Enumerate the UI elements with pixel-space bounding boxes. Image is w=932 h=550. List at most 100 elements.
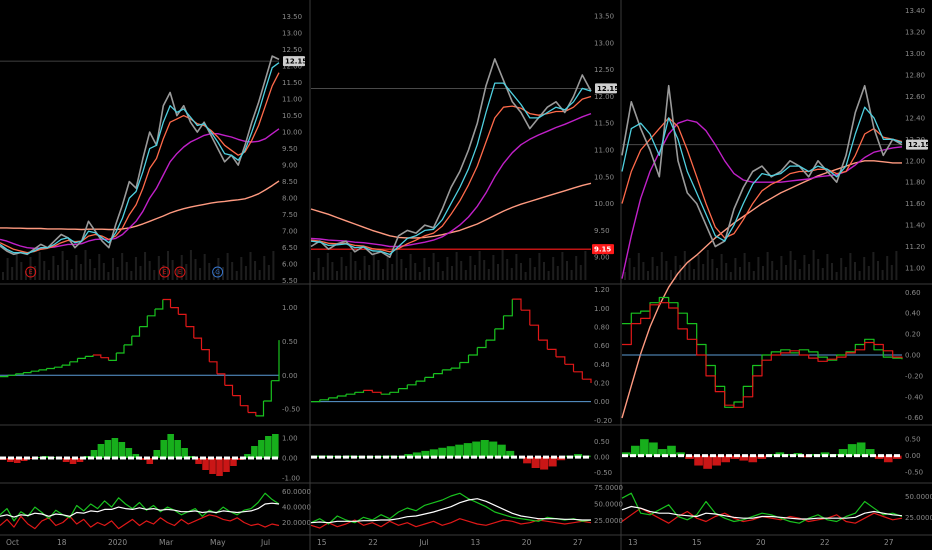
last-price-label: 12.15 (908, 141, 930, 149)
volume-bar (20, 262, 23, 280)
indicator2-zero-dash (40, 456, 46, 460)
y-tick-label: 11.80 (905, 179, 925, 187)
volume-bar (189, 250, 192, 280)
indicator2-zero-dash (790, 454, 796, 458)
volume-bar (863, 257, 866, 280)
volume-bar (98, 254, 101, 280)
indicator2-bar (97, 444, 105, 458)
y-tick-label: 0.20 (905, 331, 921, 339)
volume-bar (441, 271, 444, 280)
volume-bar (524, 272, 527, 280)
indicator2-zero-dash (638, 454, 644, 458)
volume-bar (446, 257, 449, 280)
volume-bar (345, 266, 348, 280)
indicator2-bar (174, 440, 181, 458)
y-tick-label: 9.50 (282, 145, 298, 153)
y-tick-label: 1.00 (594, 305, 610, 313)
y-tick-label: 12.00 (905, 157, 925, 165)
y-tick-label: 7.00 (282, 228, 298, 236)
indicator2-zero-dash (543, 455, 549, 459)
volume-bar (66, 260, 69, 280)
volume-bar (771, 261, 774, 280)
indicator2-bar (265, 436, 272, 458)
volume-bar (395, 250, 398, 280)
indicator2-zero-dash (32, 456, 38, 460)
chart-canvas: 13.50 13.00 12.50 12.00 11.50 11.00 10.50 10.00… (0, 0, 932, 550)
volume-bar (487, 269, 490, 280)
x-tick-label: 20 (756, 538, 766, 547)
volume-bar (501, 250, 504, 280)
indicator2-zero-dash (224, 456, 230, 460)
indicator2-zero-dash (264, 456, 270, 460)
indicator2-zero-dash (766, 454, 772, 458)
y-tick-label: 13.00 (282, 30, 302, 38)
volume-bar (89, 259, 92, 280)
y-tick-label: 8.50 (282, 178, 298, 186)
indicator2-zero-dash (806, 454, 812, 458)
volume-bar (665, 261, 668, 280)
indicator2-zero-dash (694, 454, 700, 458)
indicator2-bar (856, 442, 866, 456)
volume-bar (798, 269, 801, 280)
y-tick-label: -0.50 (905, 469, 923, 477)
indicator2-bar (111, 438, 119, 458)
x-tick-label: 18 (57, 538, 67, 547)
volume-bar (716, 268, 718, 280)
y-tick-label: 50.0000 (594, 501, 623, 509)
volume-bar (529, 258, 532, 280)
volume-bar (803, 255, 806, 280)
y-tick-label: 12.50 (282, 46, 302, 54)
volume-bar (405, 268, 407, 280)
volume-bar (199, 268, 202, 280)
indicator2-zero-dash (64, 456, 70, 460)
volume-bar (6, 258, 9, 280)
indicator2-zero-dash (527, 455, 533, 459)
indicator2-zero-dash (24, 456, 30, 460)
indicator2-zero-dash (654, 454, 660, 458)
volume-bar (826, 254, 829, 280)
indicator2-zero-dash (391, 455, 397, 459)
volume-bar (185, 264, 188, 280)
indicator2-bar (160, 440, 167, 458)
indicator2-zero-dash (319, 455, 325, 459)
volume-bar (688, 260, 691, 280)
volume-bar (854, 262, 856, 280)
volume-bar (808, 264, 810, 280)
indicator2-zero-dash (686, 454, 692, 458)
indicator2-zero-dash (256, 456, 262, 460)
indicator2-zero-dash (622, 454, 628, 458)
volume-bar (633, 267, 636, 280)
volume-bar (757, 257, 760, 280)
y-tick-label: 60.0000 (282, 488, 311, 496)
volume-bar (349, 252, 352, 280)
y-tick-label: 7.50 (282, 211, 298, 219)
event-marker-label: G (215, 269, 220, 276)
indicator2-zero-dash (894, 454, 900, 458)
x-tick-label: Oct (6, 538, 19, 547)
y-tick-label: 9.00 (594, 254, 610, 262)
indicator2-bar (703, 455, 712, 469)
volume-bar (428, 267, 430, 280)
volume-bar (272, 251, 275, 280)
indicator2-zero-dash (327, 455, 333, 459)
indicator2-bar (847, 444, 857, 456)
volume-bar (112, 258, 114, 280)
indicator2-zero-dash (471, 455, 477, 459)
y-tick-label: 0.00 (905, 352, 921, 360)
y-tick-label: 50.0000 (905, 493, 932, 501)
y-tick-label: 0.80 (594, 324, 610, 332)
y-tick-label: 13.40 (905, 7, 925, 15)
indicator2-zero-dash (854, 454, 860, 458)
y-tick-label: 0.50 (594, 438, 610, 446)
x-tick-label: 22 (368, 538, 378, 547)
volume-bar (400, 259, 403, 280)
indicator2-zero-dash (519, 455, 525, 459)
indicator2-zero-dash (535, 455, 541, 459)
volume-bar (762, 266, 764, 280)
volume-bar (706, 250, 709, 280)
y-tick-label: 0.20 (594, 379, 610, 387)
x-tick-label: May (210, 538, 226, 547)
volume-bar (474, 265, 476, 280)
indicator2-zero-dash (216, 456, 222, 460)
volume-bar (331, 262, 334, 280)
